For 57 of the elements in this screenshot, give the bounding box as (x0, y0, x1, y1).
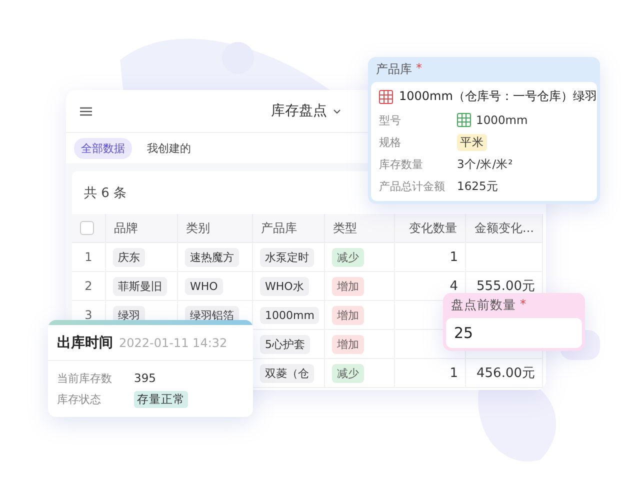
required-mark: * (416, 61, 422, 77)
count-input-field[interactable]: 25 (446, 318, 582, 348)
field-label: 规格 (379, 134, 402, 150)
product-tag: 双菱（仓 (260, 364, 314, 382)
type-tag: 减少 (332, 364, 364, 382)
field-value: 395 (134, 371, 156, 385)
field-label: 产品总计金额 (379, 178, 446, 194)
card-label: 盘点前数量 (451, 297, 516, 314)
field-value: 1625元 (457, 178, 498, 194)
product-tag: WHO水 (260, 276, 309, 296)
column-header: 变化数量 (395, 214, 466, 243)
panel-title: 库存盘点 (271, 102, 327, 120)
amount-text: 456.00元 (476, 365, 535, 382)
type-tag: 减少 (332, 248, 364, 266)
category-tag: 速热魔方 (185, 248, 239, 266)
type-tag: 增加 (332, 306, 364, 324)
product-tag: 1000mm (260, 306, 320, 324)
column-header: 类型 (325, 214, 395, 243)
product-name: 1000mm（仓库号：一号仓库）绿羽 (399, 88, 597, 105)
timestamp: 2022-01-11 14:32 (119, 336, 228, 350)
product-tag: 5心护套 (260, 334, 310, 354)
chevron-down-icon[interactable] (333, 108, 341, 114)
filter-tab[interactable]: 我创建的 (140, 138, 198, 158)
row-number: 3 (84, 308, 92, 322)
grid-icon (379, 90, 393, 104)
field-tag: 平米 (457, 134, 487, 150)
select-all-checkbox[interactable] (80, 221, 94, 235)
product-tag: 水泵定时 (260, 248, 314, 266)
quantity-text: 1 (450, 366, 458, 380)
quantity-text: 1 (450, 250, 458, 264)
record-count: 共 6 条 (84, 184, 127, 202)
field-value: 1000mm (457, 113, 528, 127)
card-label: 产品库 (376, 61, 412, 78)
required-mark: * (520, 297, 526, 313)
type-tag: 增加 (332, 334, 364, 354)
field-label: 当前库存数 (57, 370, 113, 386)
card-title: 出库时间 (57, 334, 113, 352)
filter-tab[interactable]: 全部数据 (74, 138, 132, 158)
column-header: 金额变化... (466, 214, 543, 243)
field-label: 型号 (379, 112, 402, 128)
brand-tag: 菲斯曼旧 (113, 276, 167, 296)
field-label: 库存数量 (379, 156, 424, 172)
quantity-text: 4 (450, 278, 458, 294)
row-number: 1 (84, 250, 92, 264)
type-tag: 增加 (332, 276, 364, 296)
amount-text: 555.00元 (476, 278, 535, 295)
row-number: 2 (84, 279, 92, 293)
field-label: 库存状态 (57, 392, 102, 406)
status-tag: 存量正常 (134, 390, 188, 408)
field-value: 3个/米/米² (457, 156, 513, 172)
category-tag: WHO (185, 278, 223, 294)
column-header: 类别 (178, 214, 253, 243)
column-header: 品牌 (106, 214, 178, 243)
grid-icon (457, 113, 471, 127)
column-header: 产品库 (253, 214, 325, 243)
brand-tag: 庆东 (113, 248, 145, 266)
menu-icon[interactable] (80, 106, 92, 116)
